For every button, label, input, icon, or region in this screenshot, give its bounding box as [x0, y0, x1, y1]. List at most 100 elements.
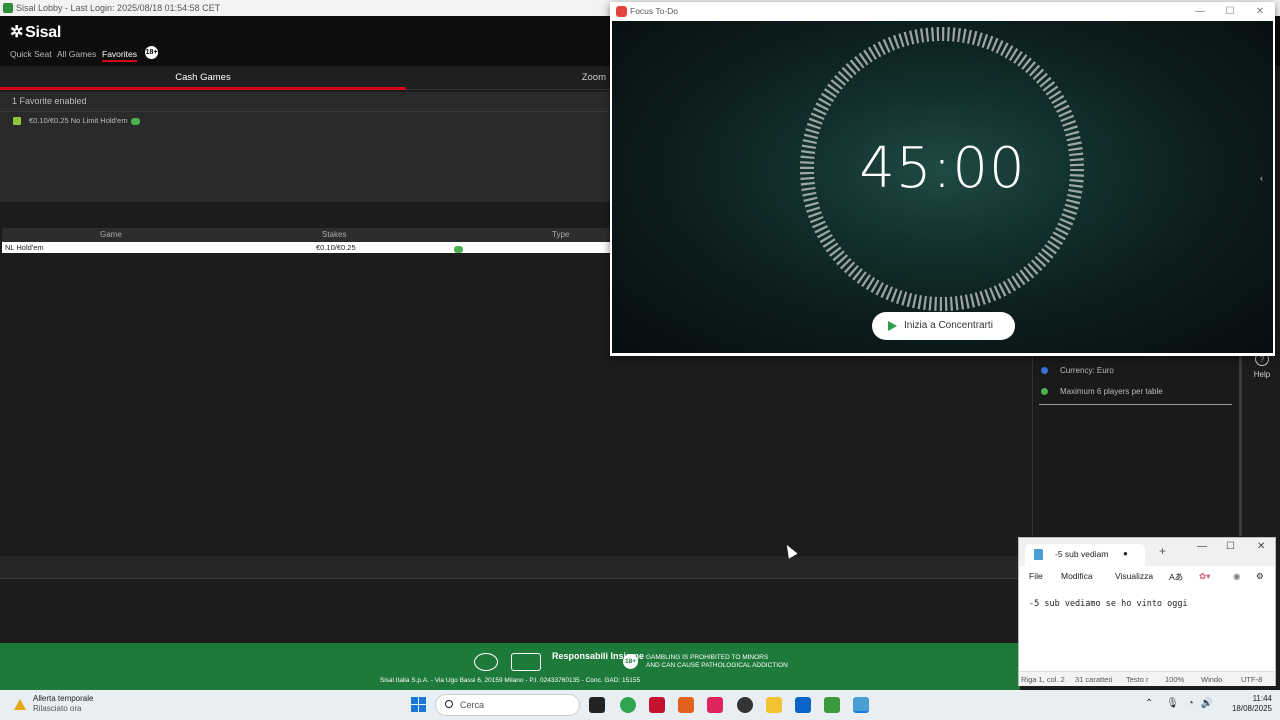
- weather-widget[interactable]: Allerta temporale Rilasciato ora: [10, 694, 93, 714]
- players-icon: [1041, 388, 1048, 396]
- settings-gear-icon[interactable]: ⚙: [1256, 571, 1264, 582]
- notepad-tab[interactable]: -5 sub vediam ●: [1025, 544, 1145, 566]
- text-size-icon[interactable]: Aあ: [1169, 571, 1183, 583]
- game-type-icon: [454, 245, 463, 253]
- close-button[interactable]: ✕: [1245, 2, 1275, 21]
- table-row[interactable]: NL Hold'em €0.10/€0.25: [2, 242, 610, 253]
- file-explorer-icon[interactable]: [766, 697, 782, 713]
- focus-titlebar: Focus To-Do — ☐ ✕: [610, 2, 1275, 21]
- notepad-tabbar: -5 sub vediam ● + — ☐ ✕: [1019, 538, 1275, 566]
- scrollbar[interactable]: [1239, 356, 1242, 536]
- bike-icon: [474, 653, 498, 671]
- encoding: UTF-8: [1241, 675, 1263, 684]
- nav-quick-seat[interactable]: Quick Seat: [10, 49, 52, 59]
- sisal-taskbar-icon[interactable]: [824, 697, 840, 713]
- brave-icon[interactable]: [678, 697, 694, 713]
- help-button[interactable]: ? Help: [1250, 352, 1274, 379]
- sisal-logo: ✲ Sisal: [10, 24, 61, 41]
- game-table: Game Stakes Type NL Hold'em €0.10/€0.25: [2, 228, 610, 253]
- close-button[interactable]: ✕: [1257, 541, 1265, 552]
- tab-cash-games[interactable]: Cash Games: [0, 68, 406, 90]
- tab-zoom[interactable]: Zoom: [560, 68, 610, 90]
- char-count: 31 caratteri: [1075, 675, 1113, 684]
- wifi-icon[interactable]: ◔: [1188, 698, 1194, 709]
- game-type-icon: [130, 117, 140, 125]
- timer-display: 45:00: [859, 136, 1026, 201]
- column-header-game[interactable]: Game: [100, 230, 122, 239]
- start-button[interactable]: [411, 697, 427, 713]
- age-badge: 18+: [623, 654, 638, 669]
- game-info-panel: Currency: Euro Maximum 6 players per tab…: [1032, 356, 1240, 536]
- favorites-title: 1 Favorite enabled: [12, 96, 87, 106]
- cursor-position: Riga 1, col. 2: [1021, 675, 1065, 684]
- star-icon: ✲: [10, 24, 24, 41]
- task-view-icon[interactable]: [589, 697, 605, 713]
- taskbar: Allerta temporale Rilasciato ora Cerca ⌃…: [0, 690, 1280, 720]
- cell-stakes: €0.10/€0.25: [316, 243, 356, 252]
- line-ending: Windo: [1201, 675, 1223, 684]
- copilot-icon[interactable]: ✿▾: [1199, 571, 1210, 582]
- warning-icon: [14, 699, 26, 710]
- search-icon: [445, 700, 453, 708]
- info-currency: Currency: Euro: [1041, 366, 1114, 375]
- taskbar-search[interactable]: Cerca: [435, 694, 580, 716]
- notepad-statusbar: Riga 1, col. 2 31 caratteri Testo r 100%…: [1019, 671, 1275, 686]
- sisal-app-icon: [3, 3, 13, 13]
- gambling-notice: GAMBLING IS PROHIBITED TO MINORS AND CAN…: [646, 654, 788, 669]
- divider: [0, 111, 610, 112]
- account-icon[interactable]: ◉: [1233, 571, 1240, 582]
- focus-background: 45:00 Inizia a Concentrarti ‹: [612, 21, 1273, 353]
- ministry-logo-icon: [511, 653, 541, 671]
- column-header-type[interactable]: Type: [552, 230, 569, 239]
- euro-icon: [1041, 367, 1048, 375]
- focus-todo-window: Focus To-Do — ☐ ✕ 45:00 Inizia a Concent…: [610, 2, 1275, 356]
- favorite-checkbox[interactable]: [13, 117, 21, 125]
- start-focus-button[interactable]: Inizia a Concentrarti: [872, 312, 1015, 340]
- sisal-footer: Responsabili Insieme 18+ GAMBLING IS PRO…: [0, 643, 1020, 690]
- chevron-up-icon[interactable]: ⌃: [1145, 698, 1153, 709]
- divider: [0, 578, 1020, 579]
- clock[interactable]: 11:44 18/08/2025: [1220, 694, 1272, 714]
- poker-app-icon[interactable]: [707, 697, 723, 713]
- favorite-item[interactable]: €0.10/€0.25 No Limit Hold'em: [29, 116, 140, 125]
- chrome-icon[interactable]: [620, 697, 636, 713]
- notepad-window: -5 sub vediam ● + — ☐ ✕ File Modifica Vi…: [1018, 537, 1276, 686]
- outlook-icon[interactable]: [795, 697, 811, 713]
- menu-file[interactable]: File: [1029, 571, 1043, 581]
- game-tabs: Cash Games Zoom: [0, 68, 610, 90]
- new-tab-button[interactable]: +: [1159, 544, 1166, 558]
- unsaved-dot-icon[interactable]: ●: [1123, 544, 1128, 564]
- chevron-left-icon[interactable]: ‹: [1260, 173, 1263, 183]
- media-app-icon[interactable]: [737, 697, 753, 713]
- system-tray: ⌃ 🎙 ◔ 🔊: [1145, 698, 1213, 709]
- divider: [1039, 404, 1232, 405]
- maximize-button[interactable]: ☐: [1226, 541, 1235, 552]
- notepad-menubar: File Modifica Visualizza Aあ ✿▾ ◉ ⚙: [1019, 566, 1275, 586]
- legal-text: Sisal Italia S.p.A. - Via Ugo Bassi 6, 2…: [379, 677, 641, 684]
- column-header-stakes[interactable]: Stakes: [322, 230, 346, 239]
- minimize-button[interactable]: —: [1197, 541, 1207, 552]
- focus-window-title: Focus To-Do: [630, 6, 679, 16]
- status-strip: [0, 556, 1020, 578]
- maximize-button[interactable]: ☐: [1215, 2, 1245, 21]
- play-icon: [888, 321, 897, 331]
- notepad-icon: [1034, 549, 1043, 560]
- notepad-taskbar-icon[interactable]: [853, 697, 869, 713]
- nav-favorites[interactable]: Favorites: [102, 49, 137, 62]
- nav-all-games[interactable]: All Games: [57, 49, 96, 59]
- menu-visualizza[interactable]: Visualizza: [1115, 571, 1153, 581]
- volume-icon[interactable]: 🔊: [1200, 698, 1212, 709]
- menu-modifica[interactable]: Modifica: [1061, 571, 1093, 581]
- table-header: Game Stakes Type: [2, 228, 610, 242]
- minimize-button[interactable]: —: [1185, 2, 1215, 21]
- cell-game: NL Hold'em: [5, 243, 44, 252]
- sisal-window-title: Sisal Lobby - Last Login: 2025/08/18 01:…: [16, 3, 221, 13]
- pokerstars-icon[interactable]: [649, 697, 665, 713]
- notepad-text-area[interactable]: -5 sub vediamo se ho vinto oggi: [1029, 599, 1188, 609]
- zoom-level: 100%: [1165, 675, 1185, 684]
- age-badge: 18+: [145, 46, 158, 59]
- format-label: Testo r: [1126, 675, 1149, 684]
- tomato-icon: [616, 6, 627, 17]
- microphone-icon[interactable]: 🎙: [1166, 698, 1179, 709]
- info-max-players: Maximum 6 players per table: [1041, 387, 1163, 396]
